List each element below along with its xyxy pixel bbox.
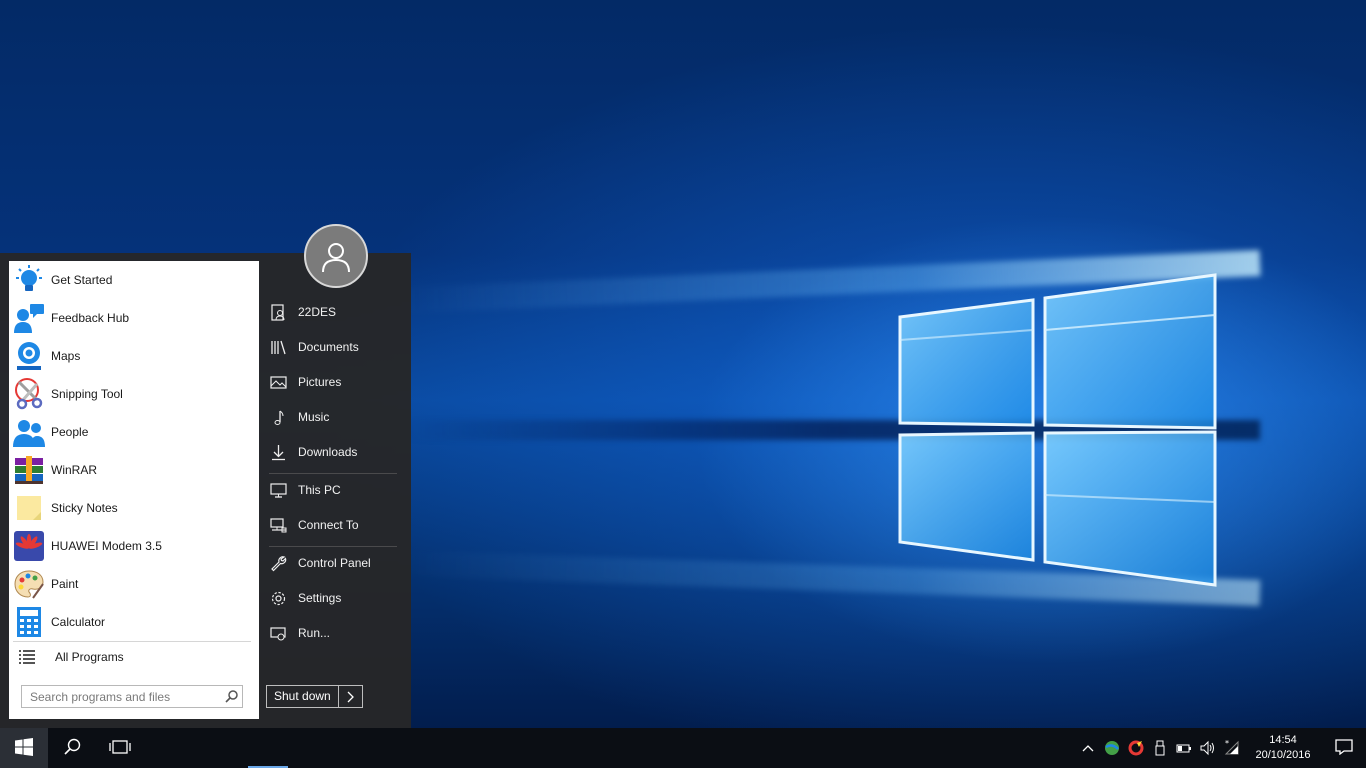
wifi-icon[interactable]: * xyxy=(1220,728,1244,768)
app-winrar[interactable]: WinRAR xyxy=(9,451,259,489)
start-menu: Get Started Feedback Hub Maps Snipping T… xyxy=(0,224,411,728)
place-downloads[interactable]: Downloads xyxy=(269,437,401,467)
action-center-button[interactable] xyxy=(1322,728,1366,768)
documents-icon xyxy=(269,338,287,356)
clock-date: 20/10/2016 xyxy=(1255,749,1311,761)
search-icon[interactable] xyxy=(220,690,242,703)
app-label: Calculator xyxy=(51,615,106,629)
place-this-pc[interactable]: This PC xyxy=(269,475,401,505)
place-label: Documents xyxy=(298,340,359,354)
app-get-started[interactable]: Get Started xyxy=(9,261,259,299)
app-label: Sticky Notes xyxy=(51,501,118,515)
clock-time: 14:54 xyxy=(1269,734,1297,746)
windows-logo-wallpaper xyxy=(895,270,1225,600)
app-huawei-modem[interactable]: HUAWEI Modem 3.5 xyxy=(9,527,259,565)
place-label: Connect To xyxy=(298,518,359,532)
music-note-icon xyxy=(269,408,287,426)
paint-palette-icon xyxy=(13,568,45,600)
taskbar-clock[interactable]: 14:54 20/10/2016 xyxy=(1248,733,1318,763)
system-tray: * 14:54 20/10/2016 xyxy=(1076,728,1366,768)
app-label: Snipping Tool xyxy=(51,387,123,401)
search-icon xyxy=(63,738,81,758)
app-label: WinRAR xyxy=(51,463,98,477)
pinned-apps-list: Get Started Feedback Hub Maps Snipping T… xyxy=(9,261,259,641)
calculator-icon xyxy=(13,606,45,638)
feedback-hub-icon xyxy=(13,302,45,334)
app-maps[interactable]: Maps xyxy=(9,337,259,375)
chevron-up-icon[interactable] xyxy=(1076,728,1100,768)
volume-icon[interactable] xyxy=(1196,728,1220,768)
place-connect-to[interactable]: Connect To xyxy=(269,510,401,540)
task-view-button[interactable] xyxy=(96,728,144,768)
search-box xyxy=(21,685,243,708)
search-input[interactable] xyxy=(22,686,220,707)
app-snipping-tool[interactable]: Snipping Tool xyxy=(9,375,259,413)
app-label: Paint xyxy=(51,577,79,591)
app-calculator[interactable]: Calculator xyxy=(9,603,259,641)
pictures-icon xyxy=(269,373,287,391)
place-documents[interactable]: Documents xyxy=(269,332,401,362)
network-globe-icon[interactable] xyxy=(1100,728,1124,768)
place-control-panel[interactable]: Control Panel xyxy=(269,548,401,578)
people-icon xyxy=(13,416,45,448)
start-menu-places-panel: 22DES Documents Pictures Music Downloads… xyxy=(259,224,411,728)
run-icon xyxy=(269,624,287,642)
place-label: Music xyxy=(298,410,330,424)
start-button[interactable] xyxy=(0,728,48,768)
windows-logo-icon xyxy=(15,737,33,759)
app-sticky-notes[interactable]: Sticky Notes xyxy=(9,489,259,527)
place-label: This PC xyxy=(298,483,341,497)
place-pictures[interactable]: Pictures xyxy=(269,367,401,397)
divider xyxy=(269,473,397,474)
place-label: Run... xyxy=(298,626,331,640)
network-icon xyxy=(269,516,287,534)
sticky-note-icon xyxy=(13,492,45,524)
app-label: HUAWEI Modem 3.5 xyxy=(51,539,162,553)
place-settings[interactable]: Settings xyxy=(269,583,401,613)
winrar-icon xyxy=(13,454,45,486)
place-label: Settings xyxy=(298,591,342,605)
scissors-icon xyxy=(13,378,45,410)
lightbulb-icon xyxy=(13,264,45,296)
all-programs-button[interactable]: All Programs xyxy=(9,642,259,672)
app-label: People xyxy=(51,425,89,439)
user-folder-icon xyxy=(269,303,287,321)
battery-icon[interactable] xyxy=(1172,728,1196,768)
place-label: Pictures xyxy=(298,375,342,389)
ccleaner-icon[interactable] xyxy=(1124,728,1148,768)
place-music[interactable]: Music xyxy=(269,402,401,432)
start-menu-programs-panel: Get Started Feedback Hub Maps Snipping T… xyxy=(9,261,259,719)
place-label: Downloads xyxy=(298,445,358,459)
taskbar: * 14:54 20/10/2016 xyxy=(0,728,1366,768)
place-label: 22DES xyxy=(298,305,337,319)
app-feedback-hub[interactable]: Feedback Hub xyxy=(9,299,259,337)
download-arrow-icon xyxy=(269,443,287,461)
app-label: Get Started xyxy=(51,273,113,287)
place-user-folder[interactable]: 22DES xyxy=(269,297,401,327)
usb-icon[interactable] xyxy=(1148,728,1172,768)
app-label: Maps xyxy=(51,349,81,363)
place-run[interactable]: Run... xyxy=(269,618,401,648)
maps-icon xyxy=(13,340,45,372)
monitor-icon xyxy=(269,481,287,499)
huawei-icon xyxy=(13,530,45,562)
app-label: Feedback Hub xyxy=(51,311,130,325)
chevron-right-icon[interactable] xyxy=(337,686,362,707)
wrench-icon xyxy=(269,554,287,572)
gear-icon xyxy=(269,589,287,607)
shutdown-control: Shut down xyxy=(266,685,363,708)
all-programs-label: All Programs xyxy=(55,650,124,664)
shutdown-button[interactable]: Shut down xyxy=(267,686,338,707)
notification-icon xyxy=(1335,738,1353,758)
divider xyxy=(269,546,397,547)
task-view-icon xyxy=(109,739,131,757)
user-avatar[interactable] xyxy=(304,224,368,288)
app-paint[interactable]: Paint xyxy=(9,565,259,603)
list-icon xyxy=(17,647,37,667)
svg-text:*: * xyxy=(1225,740,1229,748)
place-label: Control Panel xyxy=(298,556,371,570)
search-taskbar-button[interactable] xyxy=(48,728,96,768)
app-people[interactable]: People xyxy=(9,413,259,451)
